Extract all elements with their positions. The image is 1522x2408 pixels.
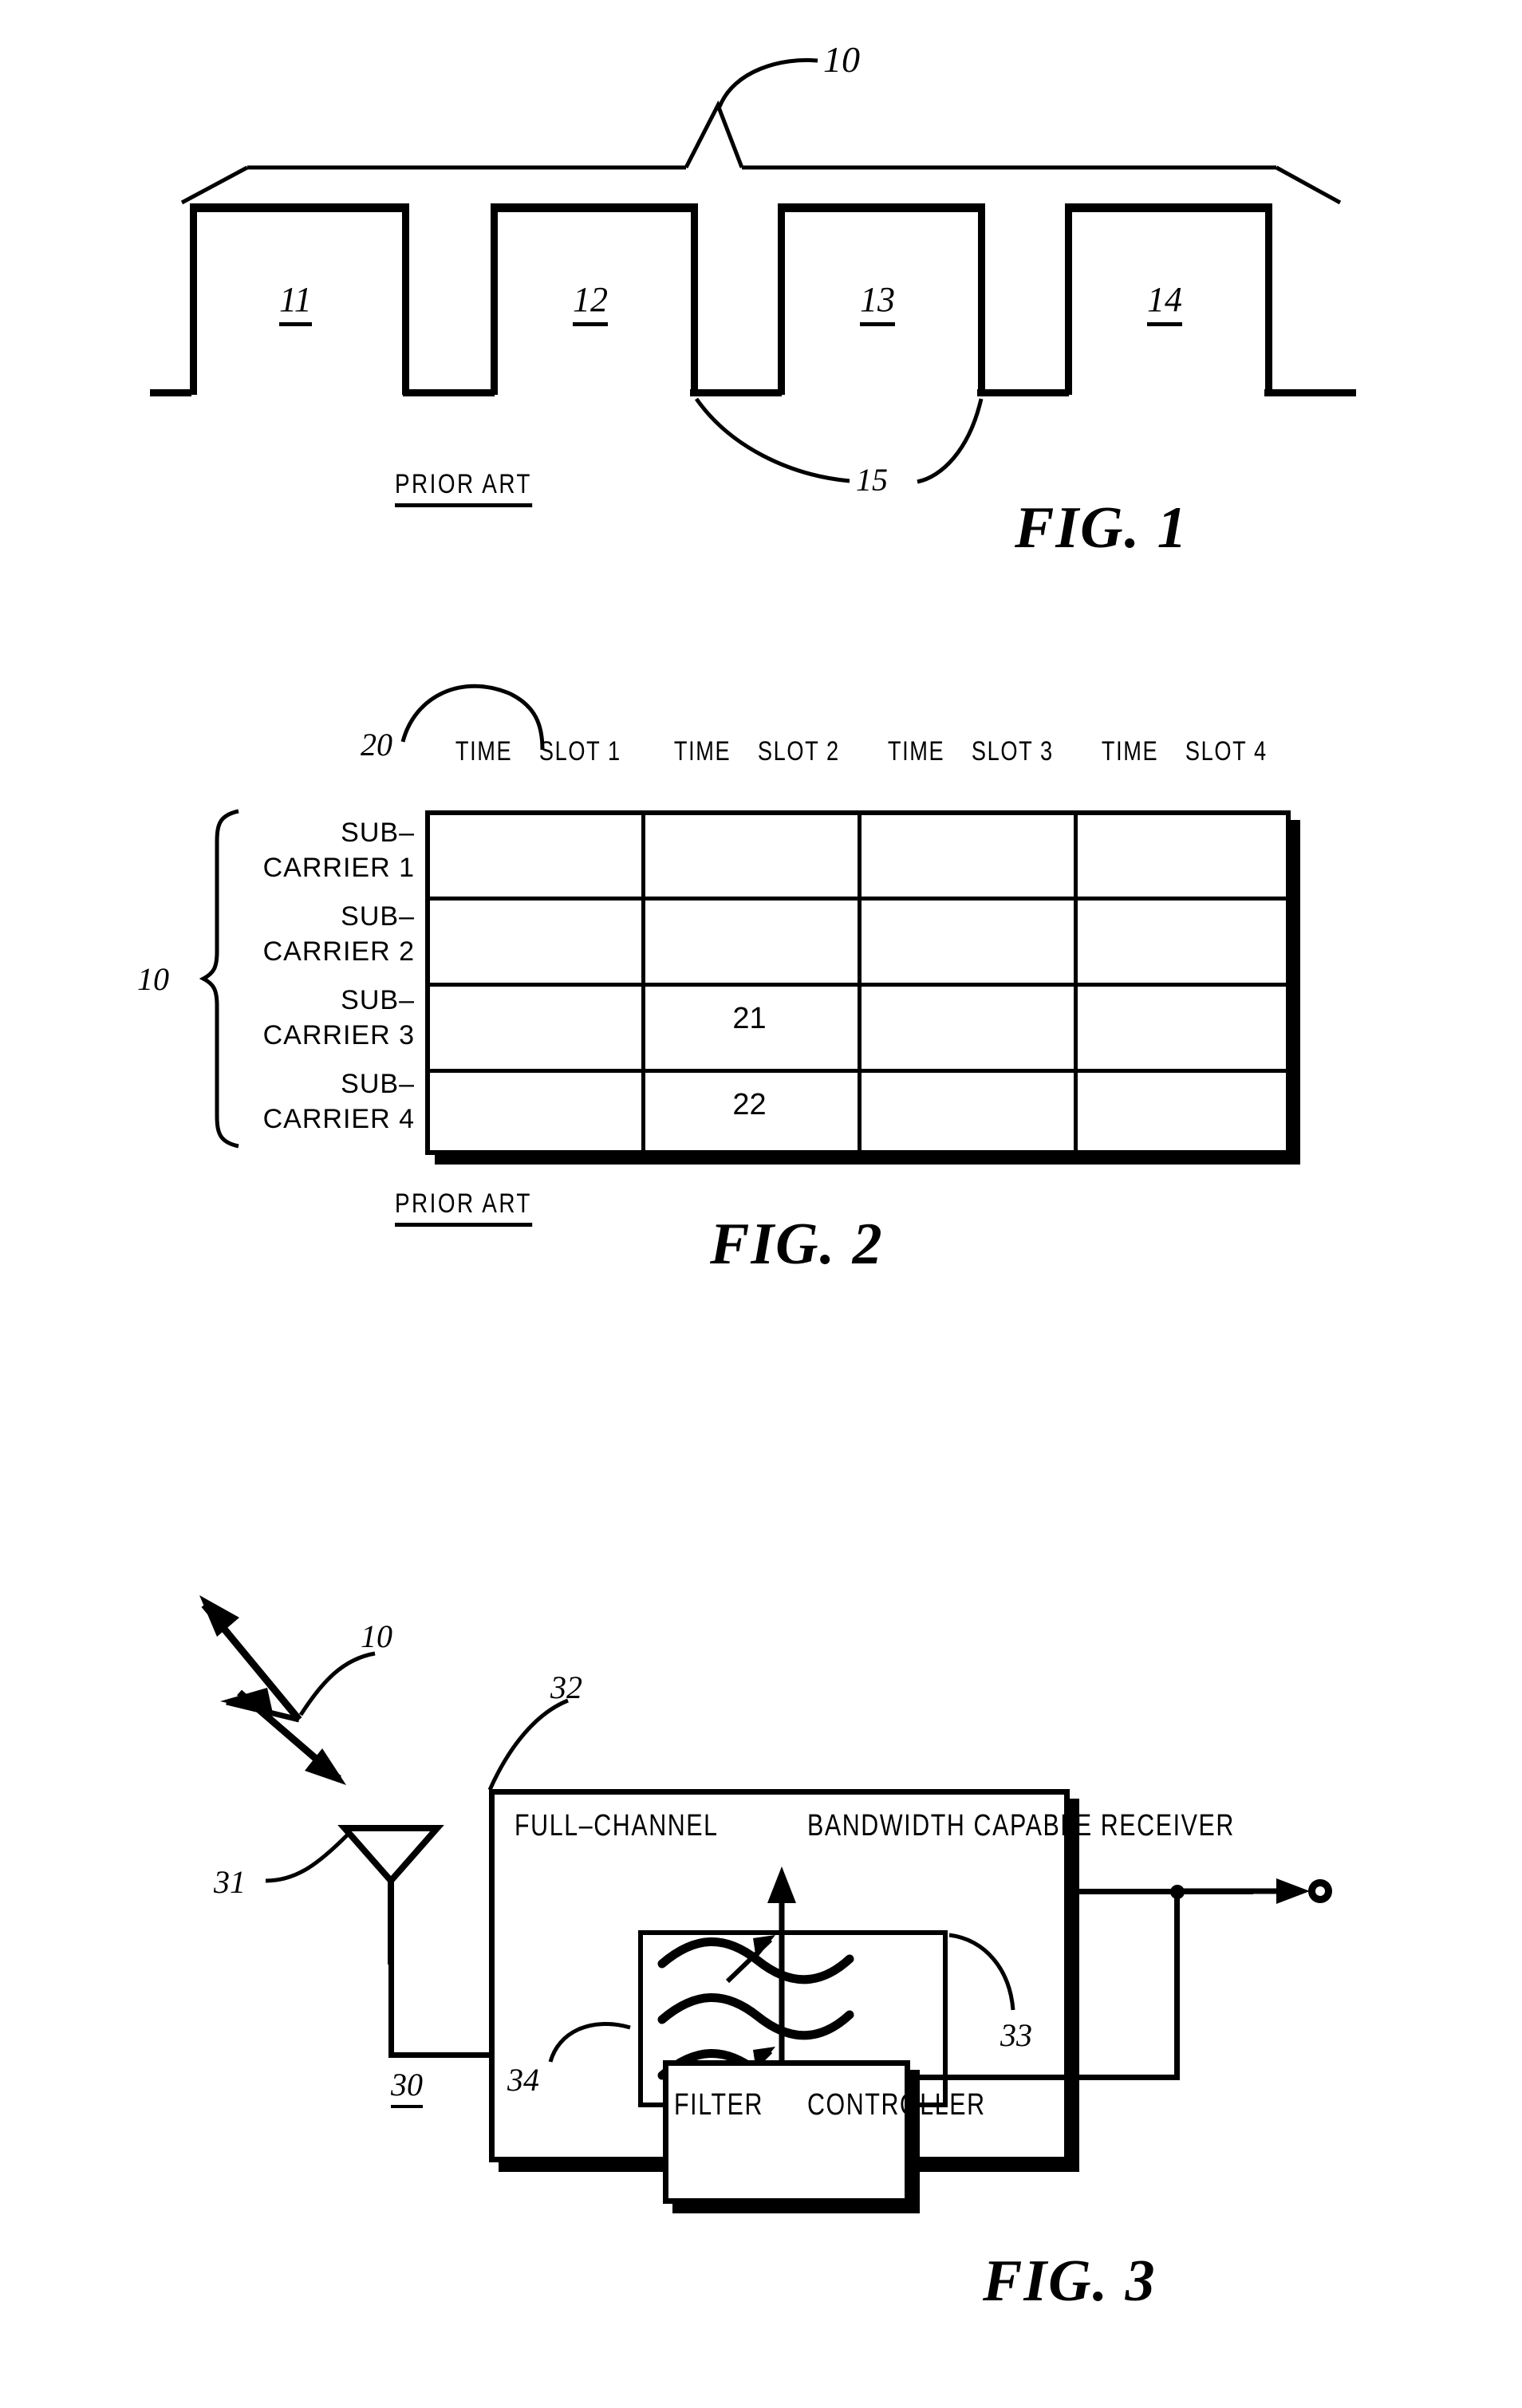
fig2-grid-shadow-right (1291, 820, 1300, 1165)
fig1-ref-15: 15 (856, 462, 888, 498)
fig2-caption: FIG. 2 (710, 1212, 884, 1277)
fig2-row-header-3-line2: CARRIER 3 (262, 1020, 415, 1050)
fig1-ref15-leader (694, 397, 984, 484)
fig2-row-header-1: SUB– CARRIER 1 (239, 815, 415, 885)
controller-label-line1: FILTER (674, 2088, 764, 2122)
fig2-row-header-3-line1: SUB– (341, 985, 415, 1015)
fig2-row-header-1-line1: SUB– (341, 818, 415, 848)
fig2-row-header-1-line2: CARRIER 1 (262, 853, 415, 883)
figure-1: 10 11 12 13 14 15 PRIOR ART FIG. 1 (0, 0, 1522, 622)
fig1-prior-art-note: PRIOR ART (395, 469, 532, 507)
fig2-grid-shadow-bottom (435, 1155, 1300, 1165)
fig2-row-header-4-line2: CARRIER 4 (262, 1104, 415, 1134)
controller-label-line2: CONTROLLER (806, 2088, 986, 2122)
fig2-row-header-3: SUB– CARRIER 3 (239, 983, 415, 1053)
figure-3: 10 31 32 FULL–CHANNEL BANDWIDTH CAPABLE … (0, 1500, 1522, 2408)
fig2-grid-row-line-1 (425, 897, 1291, 901)
fig2-grid-row-line-3 (425, 1069, 1291, 1073)
fig2-row-header-2: SUB– CARRIER 2 (239, 899, 415, 969)
patent-drawing-sheet: 10 11 12 13 14 15 PRIOR ART FIG. 1 20 TI… (0, 0, 1522, 2408)
fig2-row-header-4: SUB– CARRIER 4 (239, 1066, 415, 1137)
fig2-row-header-2-line2: CARRIER 2 (262, 936, 415, 967)
fig2-row-header-4-line1: SUB– (341, 1069, 415, 1099)
fig3-caption: FIG. 3 (983, 2248, 1157, 2314)
fig2-row-header-2-line1: SUB– (341, 901, 415, 932)
controller-label: FILTER CONTROLLER (663, 2086, 984, 2124)
fig2-cell-r4c2: 22 (732, 1088, 767, 1121)
fig1-caption: FIG. 1 (1015, 495, 1189, 561)
fig2-grid-row-line-2 (425, 983, 1291, 987)
filter-controller-box (663, 2060, 910, 2204)
fig2-cell-r3c2: 21 (732, 1002, 767, 1035)
figure-2: 20 TIME SLOT 1 TIME SLOT 2 TIME SLOT 3 T… (0, 638, 1522, 1484)
fig2-ref-10: 10 (137, 961, 169, 997)
fig2-prior-art-note: PRIOR ART (395, 1188, 532, 1227)
filter-control-wire (767, 1866, 796, 2062)
